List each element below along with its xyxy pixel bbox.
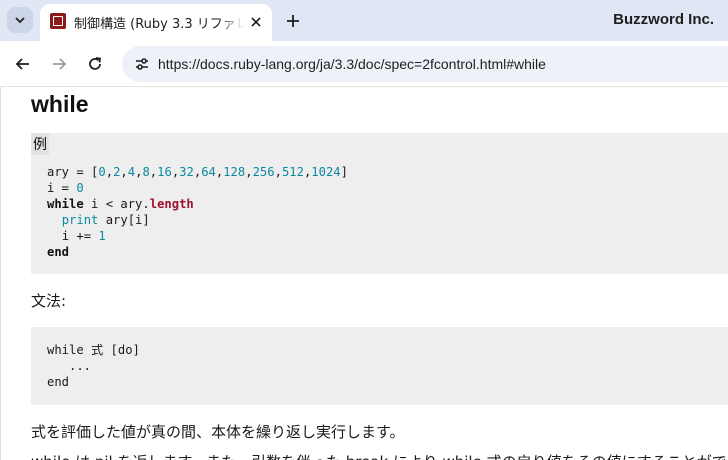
tab-close-button[interactable] bbox=[246, 12, 266, 32]
code-text: i = bbox=[47, 181, 77, 195]
code-number: 128 bbox=[223, 165, 246, 179]
code-method: length bbox=[149, 197, 194, 211]
reload-button[interactable] bbox=[81, 50, 109, 78]
code-number: 32 bbox=[179, 165, 194, 179]
tab-search-button[interactable] bbox=[7, 7, 33, 33]
back-button[interactable] bbox=[9, 50, 37, 78]
code-number: 1024 bbox=[311, 165, 341, 179]
code-number: 16 bbox=[157, 165, 172, 179]
reload-icon bbox=[89, 57, 102, 70]
forward-button[interactable] bbox=[45, 50, 73, 78]
code-number: 256 bbox=[252, 165, 275, 179]
profile-label[interactable]: Buzzword Inc. bbox=[613, 11, 714, 28]
address-bar[interactable]: https://docs.ruby-lang.org/ja/3.3/doc/sp… bbox=[122, 46, 728, 82]
code-keyword: while bbox=[47, 197, 84, 211]
code-number: 2 bbox=[113, 165, 121, 179]
code-keyword: end bbox=[47, 245, 70, 259]
page-heading: while bbox=[31, 91, 89, 117]
code-text: ary = [ bbox=[47, 165, 99, 179]
return-value-paragraph: while は nil を返します。また、引数を伴った break により wh… bbox=[31, 451, 728, 460]
tab-title: 制御構造 (Ruby 3.3 リファレンスマニュアル) bbox=[74, 17, 244, 32]
code-number: 1 bbox=[98, 229, 106, 243]
code-number: 64 bbox=[201, 165, 216, 179]
code-text: i += bbox=[61, 229, 99, 243]
code-builtin: print bbox=[61, 213, 99, 227]
code-number: 8 bbox=[142, 165, 150, 179]
forward-arrow-icon bbox=[53, 58, 67, 70]
tab-strip: 制御構造 (Ruby 3.3 リファレンスマニュアル) Buzzword Inc… bbox=[0, 0, 728, 41]
syntax-label: 文法: bbox=[31, 292, 67, 310]
code-number: 0 bbox=[98, 165, 106, 179]
syntax-code: while 式 [do] ... end bbox=[47, 342, 140, 390]
new-tab-button[interactable] bbox=[280, 8, 306, 34]
example-code: ary = [0,2,4,8,16,32,64,128,256,512,1024… bbox=[47, 165, 348, 259]
back-arrow-icon bbox=[15, 58, 29, 70]
active-tab[interactable]: 制御構造 (Ruby 3.3 リファレンスマニュアル) bbox=[40, 4, 272, 41]
code-number: 512 bbox=[281, 165, 304, 179]
example-label: 例 bbox=[31, 133, 49, 155]
close-icon bbox=[251, 17, 261, 27]
url-text: https://docs.ruby-lang.org/ja/3.3/doc/sp… bbox=[158, 56, 546, 72]
site-info-button[interactable] bbox=[128, 50, 156, 78]
page-content: while 例 ary = [0,2,4,8,16,32,64,128,256,… bbox=[0, 87, 728, 460]
code-text: ... bbox=[47, 359, 92, 373]
site-info-icon bbox=[136, 58, 148, 70]
code-text: ] bbox=[340, 165, 348, 179]
syntax-code-block: while 式 [do] ... end bbox=[31, 327, 728, 405]
example-code-block: 例 ary = [0,2,4,8,16,32,64,128,256,512,10… bbox=[31, 133, 728, 274]
chevron-down-icon bbox=[15, 17, 25, 24]
ruby-favicon-icon bbox=[50, 13, 66, 29]
code-text: while 式 [do] bbox=[47, 343, 140, 357]
code-number: 0 bbox=[76, 181, 84, 195]
code-text: ary[i] bbox=[98, 213, 150, 227]
browser-toolbar: https://docs.ruby-lang.org/ja/3.3/doc/sp… bbox=[0, 41, 728, 87]
description-paragraph: 式を評価した値が真の間、本体を繰り返し実行します。 bbox=[31, 423, 405, 441]
code-text: i < ary. bbox=[83, 197, 150, 211]
code-text: end bbox=[47, 375, 70, 389]
code-number: 4 bbox=[127, 165, 136, 179]
plus-icon bbox=[287, 15, 299, 27]
